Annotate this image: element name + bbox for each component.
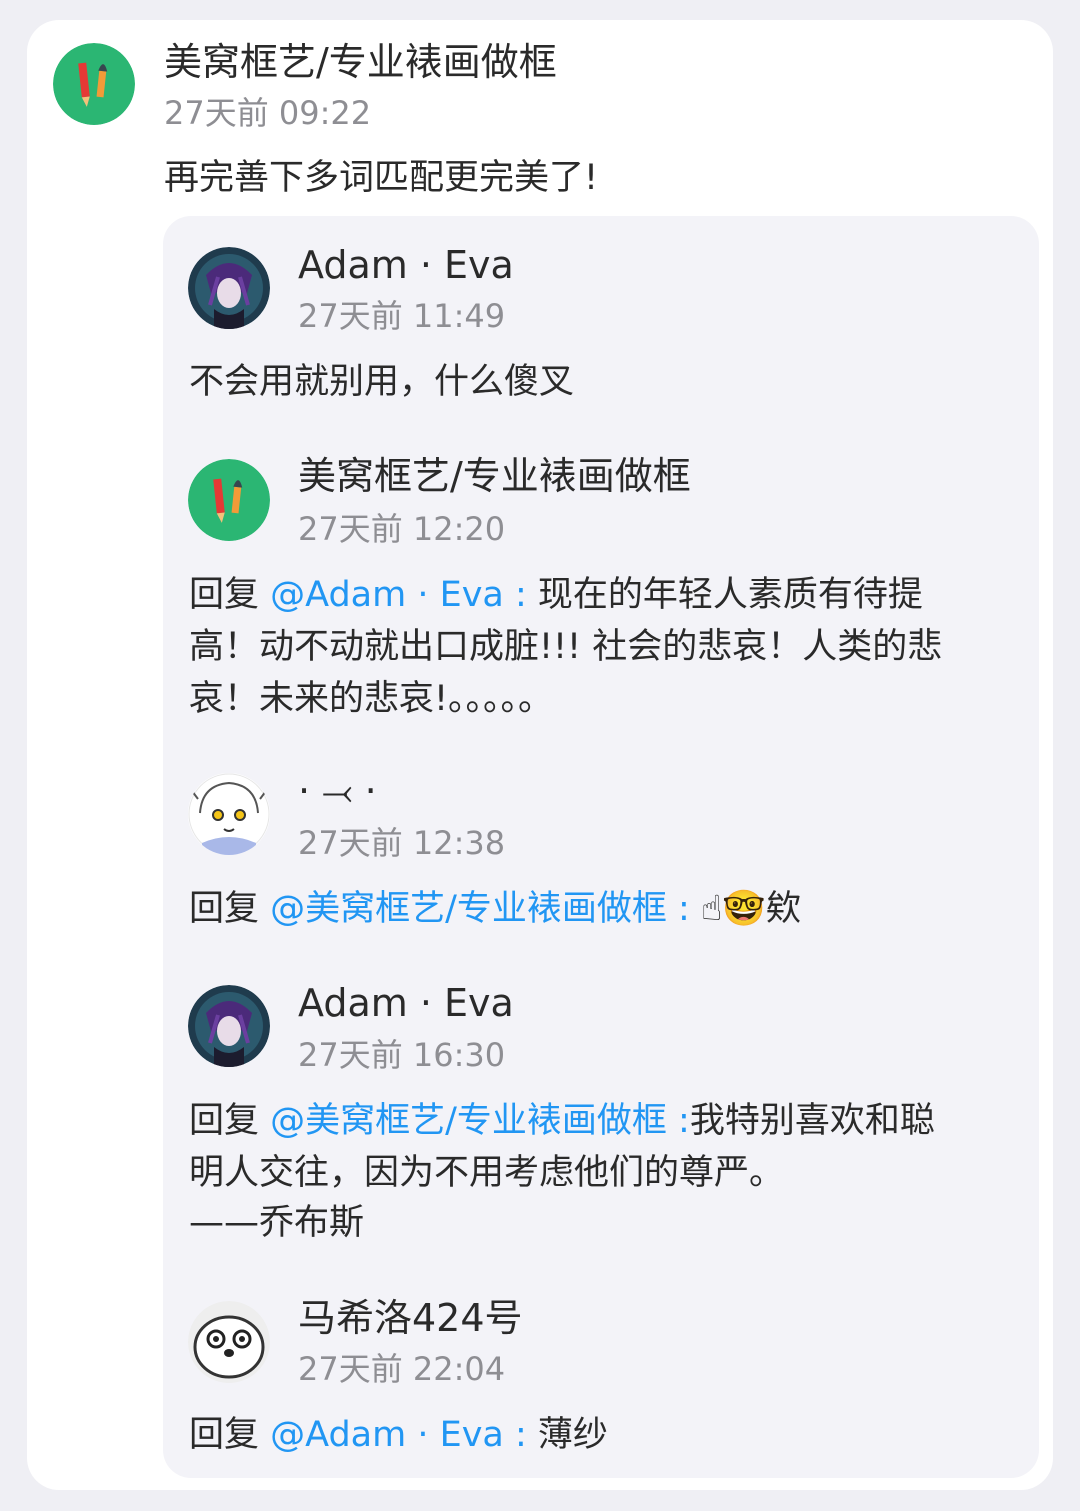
reply-text-line: 明人交往，因为不用考虑他们的尊严。 (189, 1153, 785, 1193)
reply-text-line: ——乔布斯 (189, 1203, 365, 1243)
mention-link[interactable]: @美窝框艺/专业裱画做框 : (270, 889, 690, 929)
reply-text: 回复 @Adam · Eva : 现在的年轻人素质有待提 (189, 575, 923, 615)
reply-author-name[interactable]: Adam · Eva (298, 243, 514, 287)
reply-time: 27天前 11:49 (298, 297, 506, 335)
anime-character-avatar-icon[interactable] (188, 247, 270, 329)
reply-text: 回复 @美窝框艺/专业裱画做框 : ☝🤓欸 (189, 889, 801, 929)
main-comment-text: 再完善下多词匹配更完美了! (164, 158, 599, 198)
reply-text: 回复 @Adam · Eva : 薄纱 (189, 1415, 608, 1455)
reply-text: 回复 @美窝框艺/专业裱画做框 :我特别喜欢和聪 (189, 1101, 935, 1141)
mention-link[interactable]: @美窝框艺/专业裱画做框 : (270, 1101, 690, 1141)
comment-card: 美窝框艺/专业裱画做框 27天前 09:22 再完善下多词匹配更完美了! Ada… (27, 20, 1053, 1490)
reply-time: 27天前 12:20 (298, 510, 506, 548)
pencil-brush-icon[interactable] (188, 459, 270, 541)
reply-time: 27天前 16:30 (298, 1036, 506, 1074)
mention-link[interactable]: @Adam · Eva : (270, 575, 527, 615)
reply-author-name[interactable]: 美窝框艺/专业裱画做框 (298, 454, 691, 498)
anime-character-avatar-icon[interactable] (188, 985, 270, 1067)
reply-text: 不会用就别用，什么傻叉 (189, 362, 575, 402)
reply-time: 27天前 12:38 (298, 824, 506, 862)
pencil-brush-icon[interactable] (53, 43, 135, 125)
mention-link[interactable]: @Adam · Eva : (270, 1415, 527, 1455)
main-author-name[interactable]: 美窝框艺/专业裱画做框 (164, 40, 557, 84)
reply-author-name[interactable]: 马希洛424号 (298, 1296, 523, 1340)
reply-text-line: 哀！未来的悲哀!。。。。。 (189, 679, 554, 719)
seal-face-avatar-icon[interactable] (188, 1301, 270, 1383)
doodle-girl-avatar-icon[interactable] (188, 773, 270, 855)
replies-panel: Adam · Eva 27天前 11:49 不会用就别用，什么傻叉 美窝框艺/专… (163, 216, 1039, 1478)
reply-author-name[interactable]: Adam · Eva (298, 981, 514, 1025)
main-comment-time: 27天前 09:22 (164, 94, 372, 132)
reply-time: 27天前 22:04 (298, 1350, 506, 1388)
reply-author-name[interactable]: · ⤙ · (298, 769, 377, 813)
reply-text-line: 高！动不动就出口成脏!!! 社会的悲哀！人类的悲 (189, 627, 943, 667)
